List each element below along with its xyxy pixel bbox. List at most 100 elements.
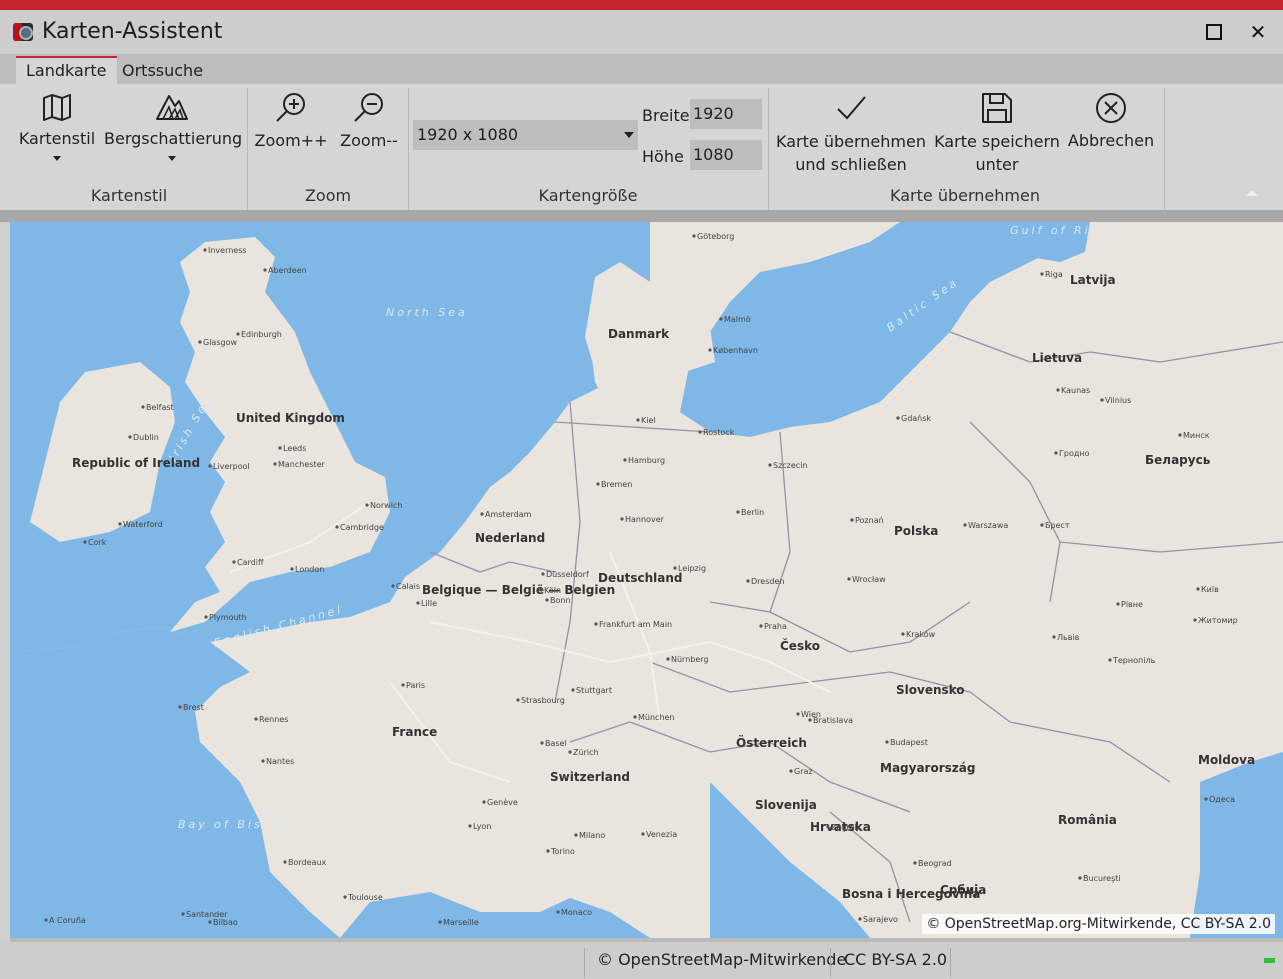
city-label: Glasgow: [203, 338, 237, 347]
city-label: Bonn: [550, 596, 571, 605]
city-dot: [208, 920, 212, 924]
city-dot: [708, 348, 712, 352]
map-view[interactable]: North Sea Baltic Sea Bay of Biscay Engli…: [10, 222, 1283, 938]
black-sea: [1190, 752, 1283, 938]
kartenstil-button[interactable]: Kartenstil: [18, 92, 96, 161]
city-dot: [620, 517, 624, 521]
group-label-karte-uebernehmen: Karte übernehmen: [890, 186, 1040, 205]
city-label: Milano: [579, 831, 605, 840]
city-label: Malmö: [724, 315, 751, 324]
city-label: Göteborg: [697, 232, 734, 241]
city-dot: [826, 825, 830, 829]
map-attribution: © OpenStreetMap.org-Mitwirkende, CC BY-S…: [922, 914, 1275, 934]
collapse-ribbon-icon[interactable]: [1246, 190, 1258, 196]
city-label: Kaunas: [1061, 386, 1090, 395]
save-as-button[interactable]: Karte speichern unter: [934, 92, 1060, 176]
close-button[interactable]: ✕: [1244, 18, 1272, 46]
country-label: Polska: [894, 524, 938, 538]
dropdown-arrow-icon: [624, 132, 634, 138]
city-label: Beograd: [918, 859, 952, 868]
city-dot: [1116, 602, 1120, 606]
city-label: Santander: [186, 910, 228, 919]
cancel-icon: [1096, 93, 1126, 123]
city-dot: [290, 567, 294, 571]
group-separator: [247, 88, 248, 210]
city-dot: [568, 750, 572, 754]
size-select-value: 1920 x 1080: [417, 125, 519, 144]
zoom-out-button[interactable]: Zoom--: [334, 92, 404, 152]
apply-close-button[interactable]: Karte übernehmen und schließen: [774, 92, 928, 176]
city-label: Львів: [1057, 633, 1080, 642]
city-dot: [594, 622, 598, 626]
city-label: Wrocław: [852, 575, 886, 584]
breite-label: Breite: [642, 106, 690, 125]
city-label: Riga: [1045, 270, 1063, 279]
city-dot: [636, 418, 640, 422]
city-dot: [263, 268, 267, 272]
tab-ortssuche[interactable]: Ortssuche: [112, 58, 213, 84]
city-dot: [1054, 451, 1058, 455]
cancel-button[interactable]: Abbrechen: [1066, 92, 1156, 152]
map-canvas: North Sea Baltic Sea Bay of Biscay Engli…: [10, 222, 1283, 938]
zoom-in-label: Zoom++: [254, 131, 328, 150]
city-dot: [416, 601, 420, 605]
city-label: Гродно: [1059, 449, 1090, 458]
zoom-out-label: Zoom--: [340, 131, 398, 150]
city-dot: [1040, 523, 1044, 527]
city-label: Edinburgh: [241, 330, 282, 339]
city-label: Lille: [421, 599, 437, 608]
city-dot: [808, 718, 812, 722]
sea-label: Gulf of Riga: [1010, 224, 1110, 237]
city-dot: [759, 624, 763, 628]
city-label: Waterford: [123, 520, 163, 529]
city-label: Düsseldorf: [546, 570, 589, 579]
city-label: Lyon: [473, 822, 491, 831]
city-dot: [254, 717, 258, 721]
city-label: Venezia: [646, 830, 677, 839]
group-separator: [1164, 88, 1165, 210]
city-label: Stuttgart: [576, 686, 612, 695]
city-label: Budapest: [890, 738, 928, 747]
city-dot: [128, 435, 132, 439]
apply-close-label-line2: und schließen: [795, 155, 907, 174]
city-label: Sarajevo: [863, 915, 898, 924]
city-dot: [746, 579, 750, 583]
city-label: Dresden: [751, 577, 784, 586]
city-dot: [963, 523, 967, 527]
city-dot: [365, 503, 369, 507]
city-dot: [203, 248, 207, 252]
check-icon: [837, 96, 866, 120]
maximize-button[interactable]: [1200, 18, 1228, 46]
city-dot: [236, 332, 240, 336]
country-label: Nederland: [475, 531, 545, 545]
city-dot: [858, 917, 862, 921]
city-label: Poznań: [855, 516, 884, 525]
city-dot: [516, 698, 520, 702]
city-label: Zagreb: [831, 823, 860, 832]
city-dot: [913, 861, 917, 865]
city-dot: [896, 416, 900, 420]
city-dot: [901, 632, 905, 636]
tab-landkarte[interactable]: Landkarte: [16, 56, 117, 84]
city-dot: [623, 458, 627, 462]
height-input[interactable]: 1080: [690, 140, 762, 170]
city-dot: [1193, 618, 1197, 622]
status-separator: [950, 948, 951, 978]
size-select[interactable]: 1920 x 1080: [413, 120, 638, 150]
hoehe-label: Höhe: [642, 147, 684, 166]
city-dot: [541, 572, 545, 576]
city-label: Praha: [764, 622, 787, 631]
city-dot: [850, 518, 854, 522]
status-license: CC BY-SA 2.0: [844, 950, 948, 969]
city-label: Bratislava: [813, 716, 853, 725]
city-dot: [482, 800, 486, 804]
zoom-in-button[interactable]: Zoom++: [254, 92, 328, 152]
zoom-in-icon: [276, 93, 305, 122]
bergschattierung-button[interactable]: Bergschattierung: [104, 92, 242, 161]
width-input[interactable]: 1920: [690, 99, 762, 129]
city-label: Graz: [794, 767, 813, 776]
city-dot: [83, 540, 87, 544]
city-label: Norwich: [370, 501, 402, 510]
map-icon: [43, 94, 71, 121]
city-dot: [1056, 388, 1060, 392]
